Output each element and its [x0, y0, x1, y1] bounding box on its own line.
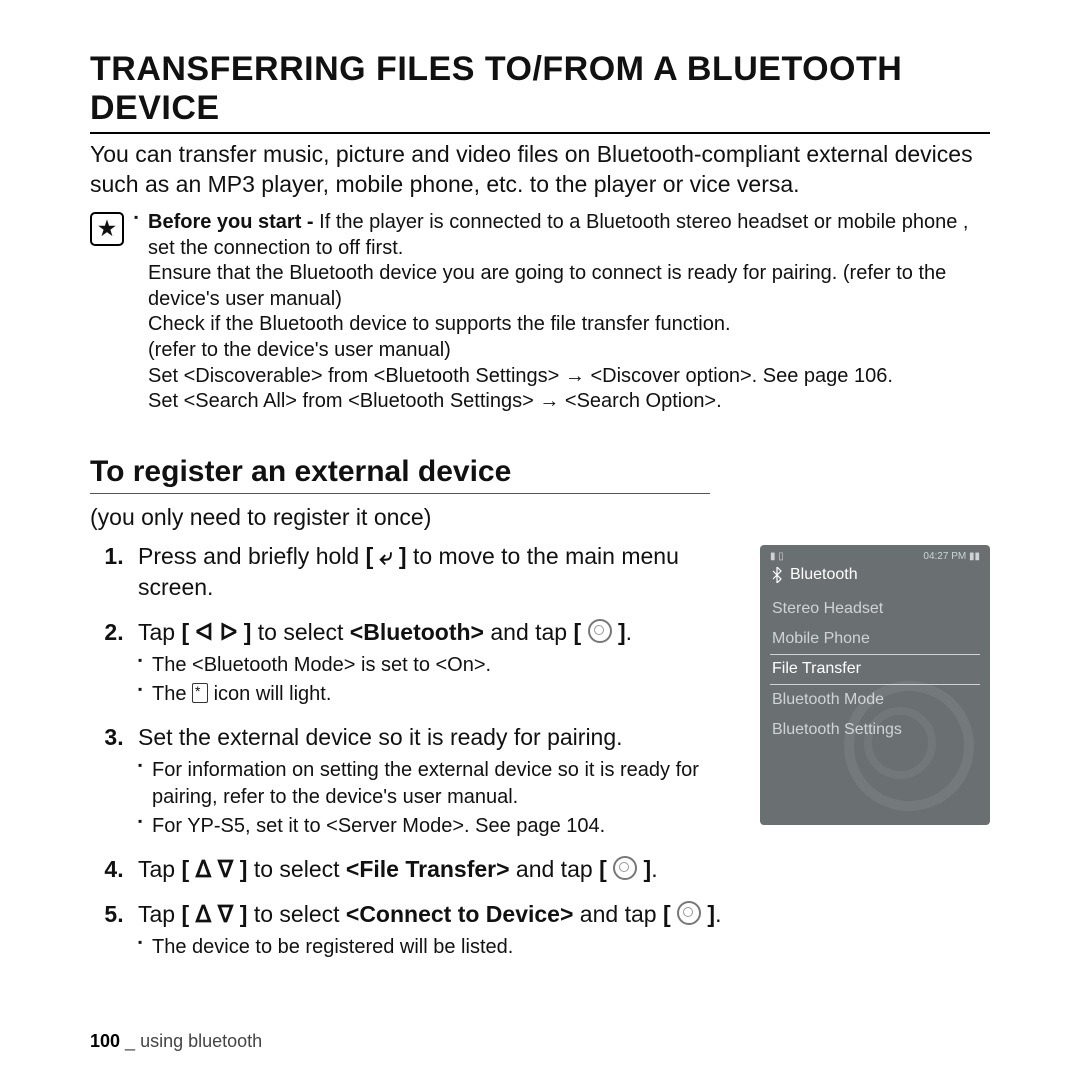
select-button-icon — [613, 856, 637, 880]
step-3: Set the external device so it is ready f… — [130, 722, 736, 840]
step-5-sub-1: The device to be registered will be list… — [138, 934, 736, 961]
page-footer: 100 _ using bluetooth — [90, 1031, 262, 1052]
up-down-key: [ ᐃ ᐁ ] — [181, 901, 247, 927]
step-4-text-b: to select — [247, 856, 345, 882]
step-4-text-a: Tap — [138, 856, 181, 882]
device-screen-title: Bluetooth — [770, 566, 980, 584]
step-5-text-b: to select — [247, 901, 345, 927]
device-menu-item: Stereo Headset — [770, 594, 980, 624]
title-rule — [90, 132, 990, 134]
note-line2: Ensure that the Bluetooth device you are… — [148, 261, 990, 312]
device-menu-item: Mobile Phone — [770, 624, 980, 654]
select-button-icon — [588, 619, 612, 643]
step-1: Press and briefly hold [ ⤶ ] to move to … — [130, 541, 736, 603]
step-2-sub-1: The <Bluetooth Mode> is set to <On>. — [138, 652, 736, 679]
step-2-sub-2: The icon will light. — [138, 681, 736, 708]
note-before-you-start-label: Before you start - — [148, 211, 319, 233]
star-icon: ★ — [90, 212, 124, 246]
step-4-text-d: and tap — [510, 856, 600, 882]
note-line3: Check if the Bluetooth device to support… — [148, 312, 990, 338]
step-2-text-d: and tap — [484, 619, 574, 645]
step-5-target: <Connect to Device> — [346, 901, 574, 927]
device-screenshot: ▮ ▯ 04:27 PM ▮▮ Bluetooth Stereo Headset… — [760, 545, 990, 825]
step-3-sub-1: For information on setting the external … — [138, 757, 736, 811]
bluetooth-status-icon — [192, 683, 208, 703]
back-key: [ ⤶ ] — [366, 543, 407, 569]
left-right-key: [ ᐊ ᐅ ] — [181, 619, 251, 645]
device-status-bar: ▮ ▯ 04:27 PM ▮▮ — [770, 551, 980, 562]
note-line4: (refer to the device's user manual) — [148, 338, 990, 364]
step-5-text-d: and tap — [573, 901, 663, 927]
intro-paragraph: You can transfer music, picture and vide… — [90, 140, 990, 200]
select-button-icon — [677, 901, 701, 925]
step-2-target: <Bluetooth> — [350, 619, 484, 645]
step-5-text-a: Tap — [138, 901, 181, 927]
step-2-text-b: to select — [251, 619, 349, 645]
step-4: Tap [ ᐃ ᐁ ] to select <File Transfer> an… — [130, 854, 736, 885]
up-down-key: [ ᐃ ᐁ ] — [181, 856, 247, 882]
page-number: 100 — [90, 1031, 120, 1051]
section-heading: To register an external device — [90, 455, 710, 494]
footer-label: using bluetooth — [140, 1031, 262, 1051]
step-1-text-a: Press and briefly hold — [138, 543, 366, 569]
step-2: Tap [ ᐊ ᐅ ] to select <Bluetooth> and ta… — [130, 617, 736, 708]
steps-list: Press and briefly hold [ ⤶ ] to move to … — [90, 541, 736, 961]
device-time: 04:27 PM ▮▮ — [923, 551, 980, 562]
footer-sep: _ — [120, 1031, 140, 1051]
device-title-text: Bluetooth — [790, 566, 858, 584]
note-line6: Set <Search All> from <Bluetooth Setting… — [148, 389, 990, 415]
note-line5: Set <Discoverable> from <Bluetooth Setti… — [148, 364, 990, 390]
step-3-sub-2: For YP-S5, set it to <Server Mode>. See … — [138, 813, 736, 840]
status-icons: ▮ ▯ — [770, 551, 784, 562]
bluetooth-icon — [770, 567, 784, 583]
section-subtext: (you only need to register it once) — [90, 504, 990, 531]
step-2-text-a: Tap — [138, 619, 181, 645]
step-5: Tap [ ᐃ ᐁ ] to select <Connect to Device… — [130, 899, 736, 961]
note-body: Before you start - If the player is conn… — [134, 210, 990, 415]
page-title: TRANSFERRING FILES TO/FROM A BLUETOOTH D… — [90, 50, 990, 128]
device-menu-item-selected: File Transfer — [770, 654, 980, 685]
note-box: ★ Before you start - If the player is co… — [90, 210, 990, 415]
step-4-target: <File Transfer> — [346, 856, 510, 882]
step-3-text: Set the external device so it is ready f… — [138, 724, 623, 750]
